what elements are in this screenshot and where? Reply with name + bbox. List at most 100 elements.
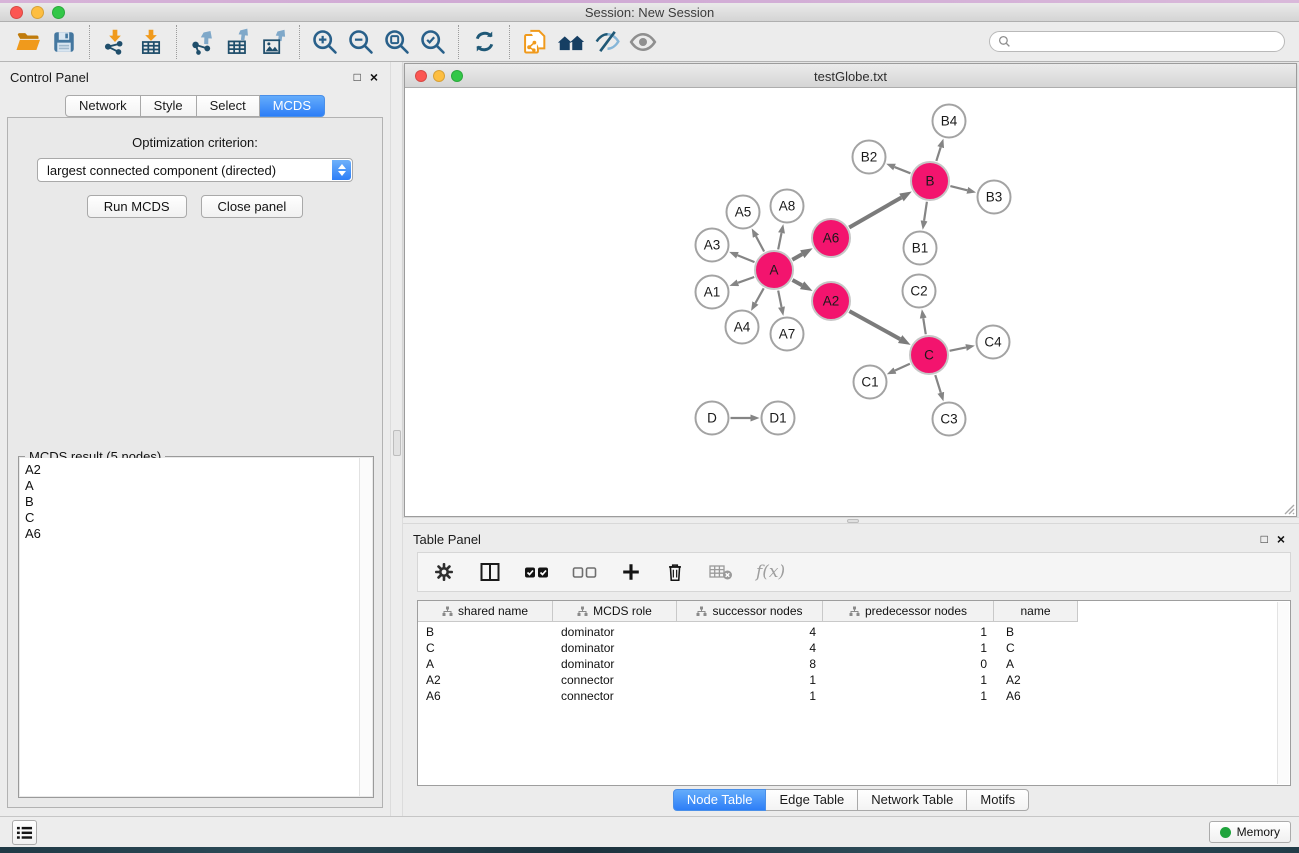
network-node-A1[interactable]: A1 bbox=[696, 276, 729, 309]
tab-style[interactable]: Style bbox=[141, 95, 197, 117]
table-row[interactable]: Adominator80A bbox=[418, 656, 1277, 672]
close-panel-icon[interactable]: × bbox=[1277, 531, 1285, 547]
vertical-split-divider[interactable] bbox=[390, 62, 403, 816]
network-node-A4[interactable]: A4 bbox=[726, 311, 759, 344]
tab-node-table[interactable]: Node Table bbox=[673, 789, 767, 811]
save-session-button[interactable] bbox=[46, 25, 82, 59]
add-column-button[interactable] bbox=[620, 561, 642, 583]
float-panel-icon[interactable]: □ bbox=[1261, 532, 1268, 546]
network-node-D[interactable]: D bbox=[696, 402, 729, 435]
result-list-item[interactable]: A6 bbox=[20, 525, 372, 541]
divider-handle[interactable] bbox=[393, 430, 401, 456]
tab-network-table[interactable]: Network Table bbox=[858, 789, 967, 811]
node-label: D bbox=[707, 411, 717, 426]
result-list-scrollbar[interactable] bbox=[359, 458, 372, 796]
table-cell: dominator bbox=[553, 656, 677, 672]
zoom-selected-button[interactable] bbox=[415, 25, 451, 59]
memory-button[interactable]: Memory bbox=[1209, 821, 1291, 843]
criterion-select[interactable]: largest connected component (directed) bbox=[37, 158, 353, 182]
result-list-item[interactable]: B bbox=[20, 493, 372, 509]
table-row[interactable]: Bdominator41B bbox=[418, 624, 1277, 640]
result-list-item[interactable]: A bbox=[20, 477, 372, 493]
table-settings-button[interactable] bbox=[432, 560, 456, 584]
open-session-button[interactable] bbox=[10, 25, 46, 59]
duplicate-network-button[interactable] bbox=[517, 25, 553, 59]
delete-column-button[interactable] bbox=[664, 560, 686, 584]
network-node-B2[interactable]: B2 bbox=[853, 141, 886, 174]
network-node-C1[interactable]: C1 bbox=[854, 366, 887, 399]
run-mcds-button[interactable]: Run MCDS bbox=[87, 195, 187, 218]
export-image-button[interactable] bbox=[256, 25, 292, 59]
zoom-out-button[interactable] bbox=[343, 25, 379, 59]
search-input[interactable] bbox=[1016, 35, 1276, 49]
network-node-A3[interactable]: A3 bbox=[696, 229, 729, 262]
network-node-B3[interactable]: B3 bbox=[978, 181, 1011, 214]
result-list-item[interactable]: A2 bbox=[20, 461, 372, 477]
network-window-titlebar: testGlobe.txt bbox=[405, 64, 1296, 88]
network-node-B[interactable]: B bbox=[911, 162, 949, 200]
tab-network[interactable]: Network bbox=[65, 95, 141, 117]
column-header-predecessor-nodes[interactable]: predecessor nodes bbox=[823, 601, 994, 622]
table-row[interactable]: Cdominator41C bbox=[418, 640, 1277, 656]
column-header-successor-nodes[interactable]: successor nodes bbox=[677, 601, 823, 622]
refresh-layout-button[interactable] bbox=[466, 25, 502, 59]
optimization-label: Optimization criterion: bbox=[8, 135, 382, 150]
network-node-C4[interactable]: C4 bbox=[977, 326, 1010, 359]
show-columns-button[interactable] bbox=[478, 560, 502, 584]
table-cell: 1 bbox=[823, 640, 994, 656]
float-panel-icon[interactable]: □ bbox=[354, 70, 361, 84]
network-node-B1[interactable]: B1 bbox=[904, 232, 937, 265]
network-node-C[interactable]: C bbox=[910, 336, 948, 374]
result-list-item[interactable]: C bbox=[20, 509, 372, 525]
column-header-name[interactable]: name bbox=[994, 601, 1078, 622]
node-label: B bbox=[925, 174, 934, 189]
eye-slash-icon bbox=[593, 27, 622, 56]
zoom-in-button[interactable] bbox=[307, 25, 343, 59]
task-history-button[interactable] bbox=[12, 820, 37, 845]
tab-motifs[interactable]: Motifs bbox=[967, 789, 1029, 811]
close-panel-button[interactable]: Close panel bbox=[201, 195, 304, 218]
import-network-button[interactable] bbox=[97, 25, 133, 59]
table-header-row: shared nameMCDS rolesuccessor nodesprede… bbox=[418, 601, 1290, 622]
table-scrollbar[interactable] bbox=[1277, 602, 1289, 784]
main-area: Control Panel □ × NetworkStyleSelectMCDS… bbox=[0, 62, 1299, 816]
divider-handle[interactable] bbox=[847, 519, 859, 523]
table-row[interactable]: A2connector11A2 bbox=[418, 672, 1277, 688]
tab-mcds[interactable]: MCDS bbox=[260, 95, 325, 117]
edge-C-C1 bbox=[895, 364, 910, 371]
main-toolbar bbox=[0, 22, 1299, 62]
table-row[interactable]: A6connector11A6 bbox=[418, 688, 1277, 704]
app-window: Session: New Session bbox=[0, 0, 1299, 853]
table-cell: dominator bbox=[553, 624, 677, 640]
criterion-value: largest connected component (directed) bbox=[47, 163, 276, 178]
resize-grip-icon[interactable] bbox=[1281, 501, 1295, 515]
network-node-A8[interactable]: A8 bbox=[771, 190, 804, 223]
tab-edge-table[interactable]: Edge Table bbox=[766, 789, 858, 811]
network-node-B4[interactable]: B4 bbox=[933, 105, 966, 138]
network-overview-button[interactable] bbox=[553, 25, 589, 59]
network-node-D1[interactable]: D1 bbox=[762, 402, 795, 435]
export-network-button[interactable] bbox=[184, 25, 220, 59]
import-table-button[interactable] bbox=[133, 25, 169, 59]
horizontal-split-divider[interactable] bbox=[403, 517, 1299, 524]
network-canvas[interactable]: B4 B2 B B3 A8 A5 A6 A3 B1 A A1 C2 A2 A4 A7 C4 C C1 C3 D D1 bbox=[405, 88, 1296, 516]
column-header-MCDS-role[interactable]: MCDS role bbox=[553, 601, 677, 622]
export-table-button[interactable] bbox=[220, 25, 256, 59]
edge-B-B4 bbox=[936, 147, 940, 161]
network-node-A2[interactable]: A2 bbox=[812, 282, 850, 320]
hide-details-button[interactable] bbox=[589, 25, 625, 59]
network-node-A5[interactable]: A5 bbox=[727, 196, 760, 229]
tab-select[interactable]: Select bbox=[197, 95, 260, 117]
close-panel-icon[interactable]: × bbox=[370, 69, 378, 85]
node-label: A4 bbox=[734, 320, 751, 335]
network-node-C2[interactable]: C2 bbox=[903, 275, 936, 308]
column-header-shared-name[interactable]: shared name bbox=[418, 601, 553, 622]
zoom-fit-button[interactable] bbox=[379, 25, 415, 59]
deselect-all-button[interactable] bbox=[572, 560, 598, 584]
network-node-A6[interactable]: A6 bbox=[812, 219, 850, 257]
select-all-button[interactable] bbox=[524, 560, 550, 584]
network-node-C3[interactable]: C3 bbox=[933, 403, 966, 436]
network-node-A7[interactable]: A7 bbox=[771, 318, 804, 351]
toolbar-separator bbox=[89, 25, 90, 59]
network-node-A[interactable]: A bbox=[755, 251, 793, 289]
